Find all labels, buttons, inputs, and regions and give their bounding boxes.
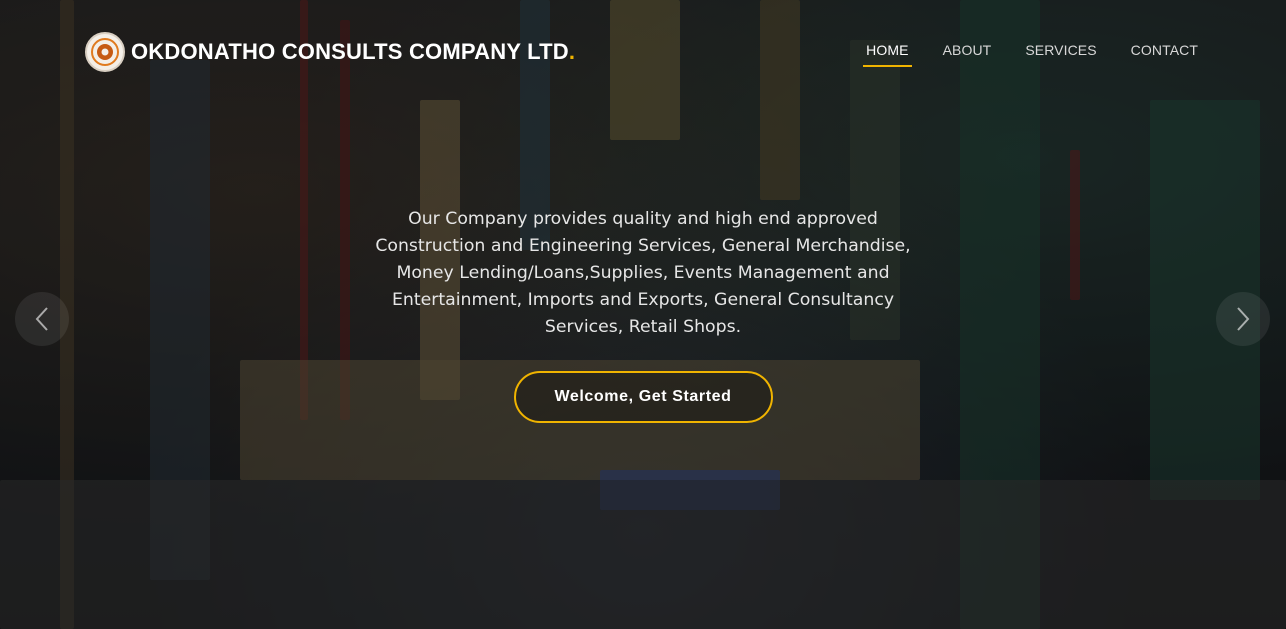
nav-contact[interactable]: CONTACT xyxy=(1131,42,1198,67)
main-nav: HOME ABOUT SERVICES CONTACT xyxy=(832,42,1198,67)
nav-about[interactable]: ABOUT xyxy=(943,42,992,67)
get-started-button[interactable]: Welcome, Get Started xyxy=(513,371,773,423)
logo-badge-icon xyxy=(85,32,125,72)
hero-tagline: Our Company provides quality and high en… xyxy=(375,209,911,337)
nav-services[interactable]: SERVICES xyxy=(1025,42,1096,67)
chevron-left-icon xyxy=(35,307,48,331)
brand-dot: . xyxy=(568,39,575,64)
nav-home[interactable]: HOME xyxy=(863,42,913,67)
brand-name: OKDONATHO CONSULTS COMPANY LTD xyxy=(131,39,569,64)
site-header: OKDONATHO CONSULTS COMPANY LTD. HOME ABO… xyxy=(0,0,1286,100)
carousel-next-button[interactable] xyxy=(1216,292,1270,346)
hero-section: OKDONATHO CONSULTS COMPANY LTD. HOME ABO… xyxy=(0,0,1286,629)
carousel-prev-button[interactable] xyxy=(15,292,69,346)
hero-content: Our Company provides quality and high en… xyxy=(370,206,916,423)
brand-logo[interactable]: OKDONATHO CONSULTS COMPANY LTD. xyxy=(85,32,575,72)
chevron-right-icon xyxy=(1237,307,1250,331)
